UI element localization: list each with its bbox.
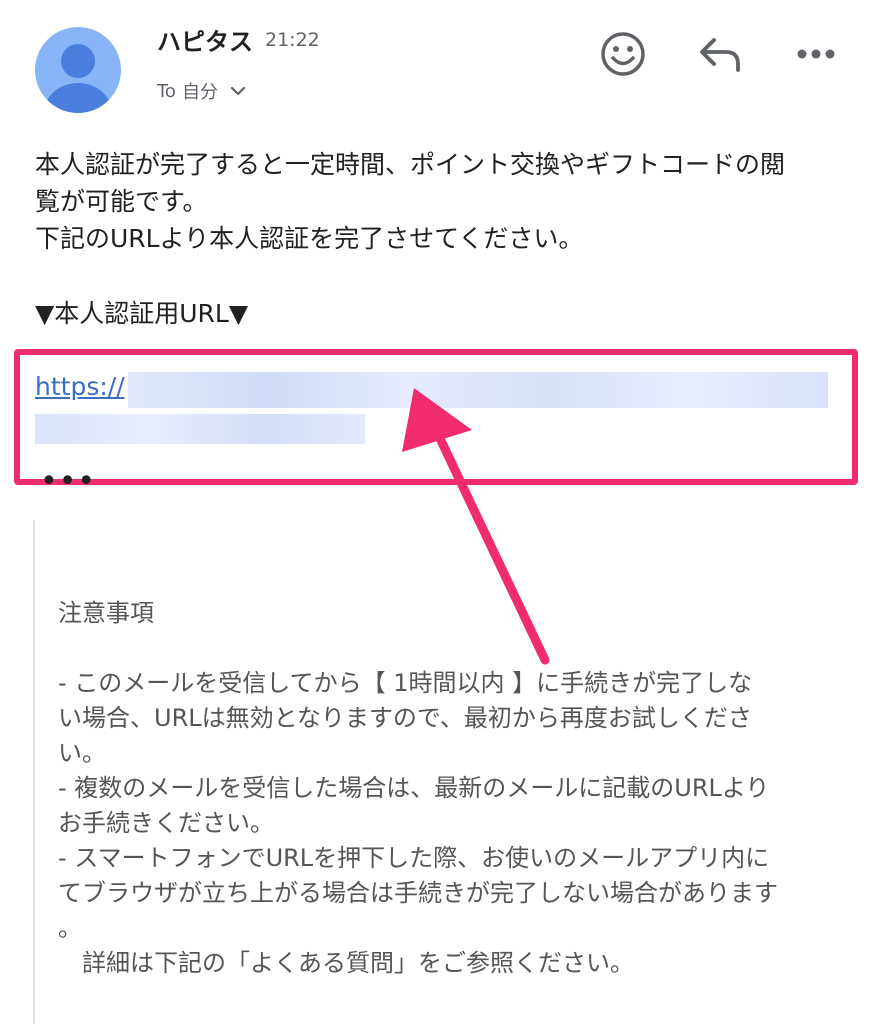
show-trimmed-content-button[interactable]: •••: [40, 467, 96, 497]
notice-line: お手続きください。: [58, 809, 274, 837]
email-body-intro: 本人認証が完了すると一定時間、ポイント交換やギフトコードの閲 覧が可能です。 下…: [35, 146, 845, 257]
notice-line: い場合、URLは無効となりますので、最初から再度お試しくださ: [58, 704, 752, 732]
notice-line: - このメールを受信してから【 1時間以内 】に手続きが完了しな: [58, 669, 753, 697]
recipient-toggle[interactable]: To 自分: [157, 78, 246, 104]
emoji-react-icon[interactable]: [597, 28, 649, 80]
chevron-down-icon: [230, 81, 246, 102]
to-prefix: To: [157, 80, 176, 102]
url-heading: ▼本人認証用URL▼: [35, 299, 249, 328]
person-avatar-icon: [44, 44, 112, 113]
body-line: 覧が可能です。: [35, 187, 208, 216]
notice-line: - 複数のメールを受信した場合は、最新のメールに記載のURLより: [58, 774, 770, 802]
sender-avatar[interactable]: [35, 27, 121, 113]
notice-line: い。: [58, 739, 106, 767]
to-recipient: 自分: [181, 82, 218, 103]
email-time: 21:22: [265, 29, 320, 51]
quote-divider: [33, 520, 35, 1024]
reply-icon[interactable]: [694, 28, 746, 80]
notice-line: てブラウザが立ち上がる場合は手続きが完了しない場合があります: [58, 879, 778, 907]
body-line: 下記のURLより本人認証を完了させてください。: [35, 224, 584, 253]
more-options-icon[interactable]: [790, 28, 842, 80]
notice-title: 注意事項: [58, 599, 154, 627]
email-view: ハピタス 21:22 To 自分 本人認証が完了すると一定時間、ポイント交換やギ…: [0, 0, 877, 1024]
highlight-frame: [14, 349, 858, 485]
notice-line: - スマートフォンでURLを押下した際、お使いのメールアプリ内に: [58, 844, 770, 872]
body-line: 本人認証が完了すると一定時間、ポイント交換やギフトコードの閲: [35, 150, 786, 179]
sender-name[interactable]: ハピタス: [157, 22, 253, 57]
notice-line: 。: [58, 914, 82, 942]
notice-section: 注意事項 - このメールを受信してから【 1時間以内 】に手続きが完了しな い場…: [58, 596, 863, 981]
notice-line: 詳細は下記の「よくある質問」をご参照ください。: [58, 949, 634, 977]
